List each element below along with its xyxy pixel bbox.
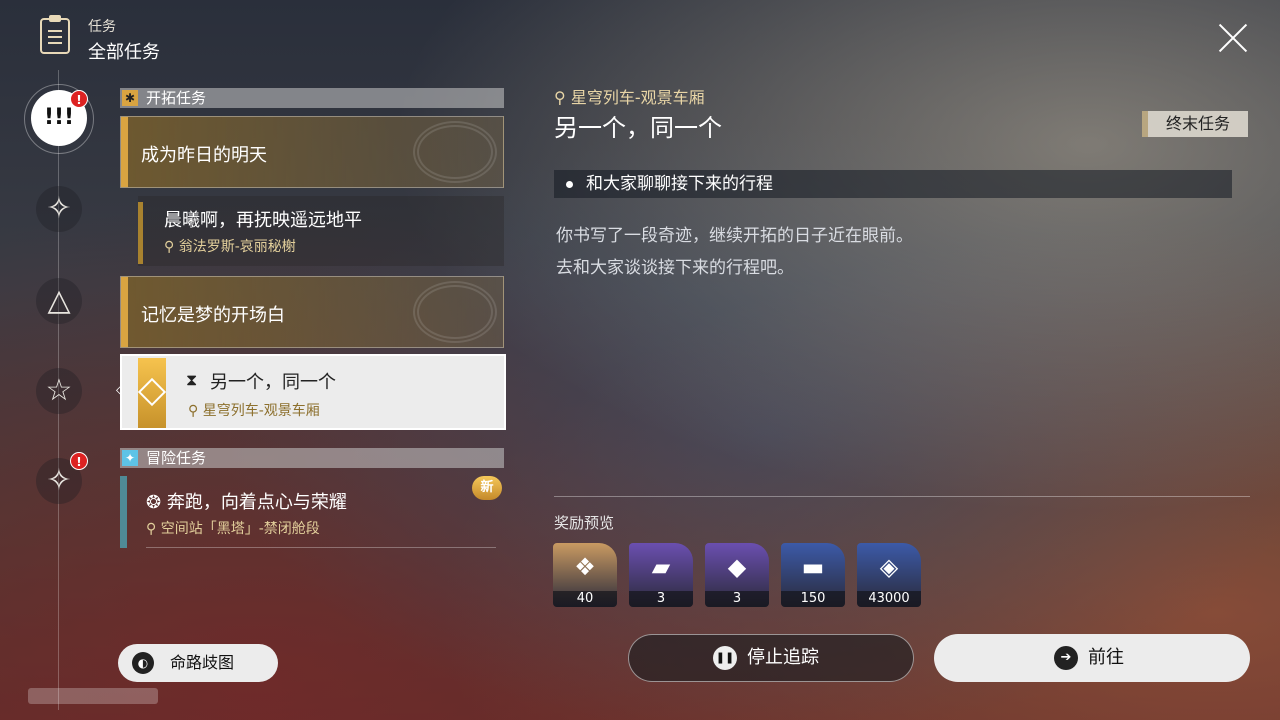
card-accent [121,117,128,187]
objective: 和大家聊聊接下来的行程 [554,170,1232,198]
alert-badge: ! [70,90,88,108]
go-button[interactable]: ➔ 前往 [934,634,1250,682]
sub-accent [138,202,143,264]
reward-count: 43000 [857,591,921,607]
crystal-icon: ❖ [574,553,596,581]
location-pin-icon: ⚲ [554,88,566,107]
adventure-section-icon: ✦ [122,450,138,466]
reward-item[interactable]: ◈ 43000 [857,543,921,607]
card-accent [120,476,127,548]
reward-count: 150 [781,591,845,607]
section-trailblaze: ✱ 开拓任务 [120,88,504,108]
new-badge: 新 [472,476,502,500]
detail-location: ⚲ 星穹列车-观景车厢 [554,88,705,107]
quest-log-icon [40,15,70,54]
divider [146,547,496,548]
ticket-icon: ◈ [879,553,899,581]
detail-title: 另一个，同一个 [554,114,722,142]
reward-count: 3 [629,591,693,607]
divider [554,496,1250,497]
quest-location: ⚲ 翁法罗斯-哀丽秘榭 [164,239,296,255]
quest-card-2[interactable]: 记忆是梦的开场白 [120,276,504,348]
quest-title: 另一个，同一个 [210,372,336,393]
section-adventure: ✦ 冒险任务 [120,448,504,468]
reward-item[interactable]: ▰ 3 [629,543,693,607]
purple-item-icon: ◆ [727,553,747,581]
quest-title: 晨曦啊，再抚映遥远地平 [164,210,362,231]
location-pin-icon: ⚲ [146,521,157,537]
hourglass-icon: ⧗ [186,370,198,389]
section-label: 开拓任务 [146,89,207,107]
rewards-label: 奖励预览 [554,514,615,532]
quest-emblem-icon [413,281,497,343]
pause-icon: ❚❚ [713,646,737,670]
star-icon[interactable]: ☆ [36,368,82,414]
quest-type-tag: 终末任务 [1142,111,1248,137]
purple-book-icon: ▰ [651,553,671,581]
quest-subitem[interactable]: 晨曦啊，再抚映遥远地平 ⚲ 翁法罗斯-哀丽秘榭 [138,196,504,266]
planet-icon: ◐ [132,652,154,674]
credit-icon: ▬ [801,553,825,581]
quest-card-selected[interactable]: ⧗ 另一个，同一个 ⚲ 星穹列车-观景车厢 [120,354,506,430]
close-button[interactable] [1212,18,1252,58]
bullet-icon [566,181,573,188]
quest-emblem-icon [413,121,497,183]
trailblaze-section-icon: ✱ [122,90,138,106]
quest-title: 记忆是梦的开场白 [141,305,285,326]
reward-item[interactable]: ❖ 40 [553,543,617,607]
tracking-diamond-icon [137,358,167,428]
page-title: 全部任务 [88,42,160,63]
quest-title: ❂ 奔跑，向着点心与荣耀 [146,492,347,513]
quest-description: 你书写了一段奇迹，继续开拓的日子近在眼前。 去和大家谈谈接下来的行程吧。 [556,226,913,278]
quest-card-1[interactable]: 成为昨日的明天 [120,116,504,188]
uid-strip [28,688,158,704]
stop-tracking-button[interactable]: ❚❚ 停止追踪 [628,634,914,682]
section-label: 冒险任务 [146,449,207,467]
reward-item[interactable]: ▬ 150 [781,543,845,607]
alert-badge: ! [70,452,88,470]
location-pin-icon: ⚲ [164,239,175,255]
quest-title: 成为昨日的明天 [141,145,267,166]
reward-item[interactable]: ◆ 3 [705,543,769,607]
card-accent [121,277,128,347]
reward-count: 40 [553,591,617,607]
header-category: 任务 [88,19,116,35]
navigate-icon: ➔ [1054,646,1078,670]
location-pin-icon: ⚲ [188,403,199,419]
path-map-button[interactable]: ◐ 命路歧图 [118,644,278,682]
adventure-icon: ❂ [146,492,162,513]
quest-location: ⚲ 空间站「黑塔」-禁闭舱段 [146,521,320,537]
trailblaze-star-icon[interactable]: ✧ [36,186,82,232]
adventure-quest-1[interactable]: ❂ 奔跑，向着点心与荣耀 ⚲ 空间站「黑塔」-禁闭舱段 [120,476,500,548]
reward-count: 3 [705,591,769,607]
triangle-icon[interactable]: △ [36,278,82,324]
quest-location: ⚲ 星穹列车-观景车厢 [188,403,320,419]
